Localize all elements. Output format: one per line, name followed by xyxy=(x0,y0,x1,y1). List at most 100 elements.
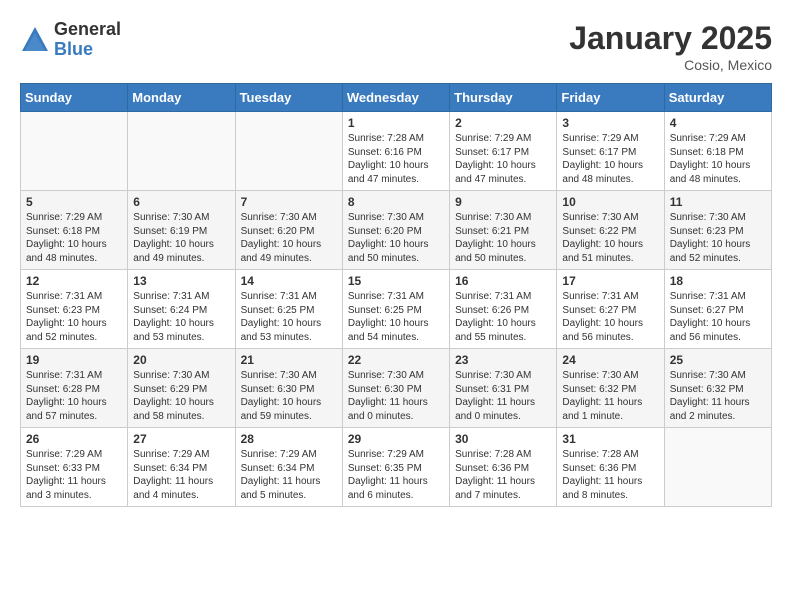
day-header-thursday: Thursday xyxy=(450,84,557,112)
calendar-cell: 25 Sunrise: 7:30 AM Sunset: 6:32 PM Dayli… xyxy=(664,349,771,428)
calendar-cell xyxy=(21,112,128,191)
calendar-cell: 18 Sunrise: 7:31 AM Sunset: 6:27 PM Dayli… xyxy=(664,270,771,349)
calendar-cell: 1 Sunrise: 7:28 AM Sunset: 6:16 PM Daylig… xyxy=(342,112,449,191)
calendar-week-row: 1 Sunrise: 7:28 AM Sunset: 6:16 PM Daylig… xyxy=(21,112,772,191)
logo-general: General xyxy=(54,20,121,40)
day-info: Sunrise: 7:30 AM Sunset: 6:20 PM Dayligh… xyxy=(241,211,337,265)
day-info: Sunrise: 7:31 AM Sunset: 6:25 PM Dayligh… xyxy=(241,290,337,344)
calendar-cell: 27Sunrise: 7:29 AM Sunset: 6:34 PM Dayli… xyxy=(128,428,235,507)
calendar-cell: 29Sunrise: 7:29 AM Sunset: 6:35 PM Dayli… xyxy=(342,428,449,507)
calendar-cell: 10 Sunrise: 7:30 AM Sunset: 6:22 PM Dayli… xyxy=(557,191,664,270)
calendar-cell: 13 Sunrise: 7:31 AM Sunset: 6:24 PM Dayli… xyxy=(128,270,235,349)
calendar-cell: 7 Sunrise: 7:30 AM Sunset: 6:20 PM Daylig… xyxy=(235,191,342,270)
day-info: Sunrise: 7:30 AM Sunset: 6:21 PM Dayligh… xyxy=(455,211,551,265)
day-number: 24 xyxy=(562,353,658,367)
day-info: Sunrise: 7:30 AM Sunset: 6:31 PM Dayligh… xyxy=(455,369,551,423)
day-info: Sunrise: 7:29 AM Sunset: 6:34 PM Dayligh… xyxy=(133,448,229,502)
calendar-week-row: 26 Sunrise: 7:29 AM Sunset: 6:33 PM Dayli… xyxy=(21,428,772,507)
title-block: January 2025 Cosio, Mexico xyxy=(569,20,772,73)
calendar-cell: 6 Sunrise: 7:30 AM Sunset: 6:19 PM Daylig… xyxy=(128,191,235,270)
calendar-cell xyxy=(128,112,235,191)
day-number: 11 xyxy=(670,195,766,209)
day-number: 6 xyxy=(133,195,229,209)
day-number: 9 xyxy=(455,195,551,209)
day-info: Sunrise: 7:28 AM Sunset: 6:16 PM Dayligh… xyxy=(348,132,444,186)
calendar-cell: 21 Sunrise: 7:30 AM Sunset: 6:30 PM Dayli… xyxy=(235,349,342,428)
calendar-cell: 12 Sunrise: 7:31 AM Sunset: 6:23 PM Dayli… xyxy=(21,270,128,349)
calendar-week-row: 12 Sunrise: 7:31 AM Sunset: 6:23 PM Dayli… xyxy=(21,270,772,349)
day-number: 18 xyxy=(670,274,766,288)
calendar-cell: 14 Sunrise: 7:31 AM Sunset: 6:25 PM Dayli… xyxy=(235,270,342,349)
day-info: Sunrise: 7:31 AM Sunset: 6:24 PM Dayligh… xyxy=(133,290,229,344)
calendar-cell xyxy=(235,112,342,191)
day-number: 13 xyxy=(133,274,229,288)
day-info: Sunrise: 7:30 AM Sunset: 6:20 PM Dayligh… xyxy=(348,211,444,265)
day-number: 3 xyxy=(562,116,658,130)
calendar-cell: 11 Sunrise: 7:30 AM Sunset: 6:23 PM Dayli… xyxy=(664,191,771,270)
calendar-cell: 26 Sunrise: 7:29 AM Sunset: 6:33 PM Dayli… xyxy=(21,428,128,507)
calendar-cell xyxy=(664,428,771,507)
day-number: 10 xyxy=(562,195,658,209)
calendar-cell: 8 Sunrise: 7:30 AM Sunset: 6:20 PM Daylig… xyxy=(342,191,449,270)
day-number: 4 xyxy=(670,116,766,130)
calendar-cell: 2Sunrise: 7:29 AM Sunset: 6:17 PM Daylig… xyxy=(450,112,557,191)
calendar-cell: 15Sunrise: 7:31 AM Sunset: 6:25 PM Dayli… xyxy=(342,270,449,349)
day-number: 22 xyxy=(348,353,444,367)
day-info: Sunrise: 7:30 AM Sunset: 6:19 PM Dayligh… xyxy=(133,211,229,265)
calendar-cell: 31 Sunrise: 7:28 AM Sunset: 6:36 PM Dayli… xyxy=(557,428,664,507)
calendar-header-row: SundayMondayTuesdayWednesdayThursdayFrid… xyxy=(21,84,772,112)
day-info: Sunrise: 7:29 AM Sunset: 6:18 PM Dayligh… xyxy=(26,211,122,265)
calendar-cell: 16 Sunrise: 7:31 AM Sunset: 6:26 PM Dayli… xyxy=(450,270,557,349)
calendar-cell: 3 Sunrise: 7:29 AM Sunset: 6:17 PM Daylig… xyxy=(557,112,664,191)
day-header-tuesday: Tuesday xyxy=(235,84,342,112)
logo-text: General Blue xyxy=(54,20,121,60)
day-number: 1 xyxy=(348,116,444,130)
day-header-monday: Monday xyxy=(128,84,235,112)
day-number: 17 xyxy=(562,274,658,288)
day-number: 14 xyxy=(241,274,337,288)
calendar-cell: 19Sunrise: 7:31 AM Sunset: 6:28 PM Dayli… xyxy=(21,349,128,428)
day-info: Sunrise: 7:31 AM Sunset: 6:23 PM Dayligh… xyxy=(26,290,122,344)
day-info: Sunrise: 7:30 AM Sunset: 6:22 PM Dayligh… xyxy=(562,211,658,265)
month-title: January 2025 xyxy=(569,20,772,57)
calendar-cell: 4 Sunrise: 7:29 AM Sunset: 6:18 PM Daylig… xyxy=(664,112,771,191)
day-info: Sunrise: 7:29 AM Sunset: 6:34 PM Dayligh… xyxy=(241,448,337,502)
day-number: 20 xyxy=(133,353,229,367)
calendar-week-row: 5Sunrise: 7:29 AM Sunset: 6:18 PM Daylig… xyxy=(21,191,772,270)
day-info: Sunrise: 7:31 AM Sunset: 6:26 PM Dayligh… xyxy=(455,290,551,344)
day-number: 30 xyxy=(455,432,551,446)
day-number: 8 xyxy=(348,195,444,209)
logo-icon xyxy=(20,25,50,55)
day-number: 15 xyxy=(348,274,444,288)
day-number: 25 xyxy=(670,353,766,367)
page-header: General Blue January 2025 Cosio, Mexico xyxy=(20,20,772,73)
day-info: Sunrise: 7:30 AM Sunset: 6:30 PM Dayligh… xyxy=(241,369,337,423)
day-number: 31 xyxy=(562,432,658,446)
day-number: 23 xyxy=(455,353,551,367)
day-info: Sunrise: 7:29 AM Sunset: 6:18 PM Dayligh… xyxy=(670,132,766,186)
day-number: 2 xyxy=(455,116,551,130)
day-number: 16 xyxy=(455,274,551,288)
day-info: Sunrise: 7:30 AM Sunset: 6:32 PM Dayligh… xyxy=(670,369,766,423)
location: Cosio, Mexico xyxy=(569,57,772,73)
calendar-cell: 28Sunrise: 7:29 AM Sunset: 6:34 PM Dayli… xyxy=(235,428,342,507)
day-info: Sunrise: 7:31 AM Sunset: 6:27 PM Dayligh… xyxy=(670,290,766,344)
day-number: 26 xyxy=(26,432,122,446)
day-info: Sunrise: 7:29 AM Sunset: 6:17 PM Dayligh… xyxy=(562,132,658,186)
day-info: Sunrise: 7:28 AM Sunset: 6:36 PM Dayligh… xyxy=(455,448,551,502)
day-number: 7 xyxy=(241,195,337,209)
day-number: 21 xyxy=(241,353,337,367)
day-number: 12 xyxy=(26,274,122,288)
calendar-week-row: 19Sunrise: 7:31 AM Sunset: 6:28 PM Dayli… xyxy=(21,349,772,428)
day-header-friday: Friday xyxy=(557,84,664,112)
logo: General Blue xyxy=(20,20,121,60)
day-info: Sunrise: 7:29 AM Sunset: 6:33 PM Dayligh… xyxy=(26,448,122,502)
day-header-wednesday: Wednesday xyxy=(342,84,449,112)
day-info: Sunrise: 7:30 AM Sunset: 6:23 PM Dayligh… xyxy=(670,211,766,265)
calendar-cell: 24Sunrise: 7:30 AM Sunset: 6:32 PM Dayli… xyxy=(557,349,664,428)
calendar-cell: 30 Sunrise: 7:28 AM Sunset: 6:36 PM Dayli… xyxy=(450,428,557,507)
day-info: Sunrise: 7:29 AM Sunset: 6:35 PM Dayligh… xyxy=(348,448,444,502)
day-info: Sunrise: 7:31 AM Sunset: 6:28 PM Dayligh… xyxy=(26,369,122,423)
day-info: Sunrise: 7:30 AM Sunset: 6:30 PM Dayligh… xyxy=(348,369,444,423)
day-info: Sunrise: 7:28 AM Sunset: 6:36 PM Dayligh… xyxy=(562,448,658,502)
